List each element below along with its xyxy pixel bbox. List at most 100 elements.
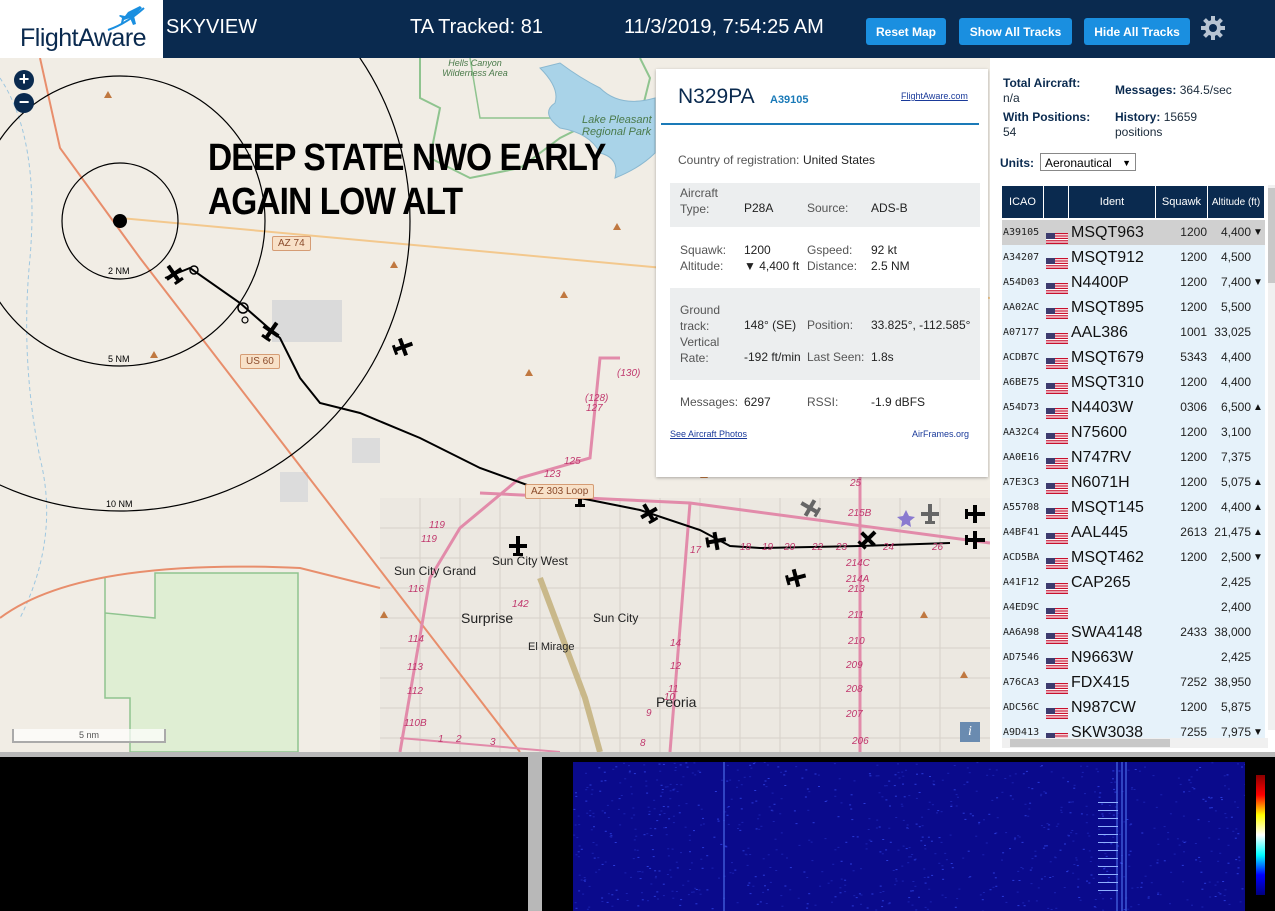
track-row: Ground track: 148° (SE) Position: 33.825… xyxy=(670,288,980,380)
altitude-cell: 6,500 xyxy=(1220,400,1251,414)
info-icon[interactable]: i xyxy=(960,722,980,742)
col-squawk[interactable]: Squawk xyxy=(1156,186,1208,218)
table-row[interactable]: A34207 MSQT912 1200 4,500 xyxy=(1002,245,1265,270)
show-all-tracks-button[interactable]: Show All Tracks xyxy=(959,18,1072,45)
zoom-out-button[interactable]: − xyxy=(14,93,34,113)
table-row[interactable]: A54D03 N4400P 1200 7,400 ▼ xyxy=(1002,270,1265,295)
table-row[interactable]: A55708 MSQT145 1200 4,400 ▲ xyxy=(1002,495,1265,520)
squawk-cell: 1200 xyxy=(1180,500,1207,514)
us-flag-icon xyxy=(1046,352,1068,369)
table-row[interactable]: ACD5BA MSQT462 1200 2,500 ▼ xyxy=(1002,545,1265,570)
messages-label: Messages: xyxy=(680,395,739,409)
road-label: 20 xyxy=(784,542,796,553)
altitude-cell: 5,075 xyxy=(1220,475,1251,489)
squawk-cell: 2433 xyxy=(1180,625,1207,639)
zoom-in-button[interactable]: + xyxy=(14,70,34,90)
altitude-cell: 2,400 xyxy=(1220,600,1251,614)
ident-cell: CAP265 xyxy=(1071,574,1131,591)
aircraft-panel: Total Aircraft: n/a Messages: 364.5/sec … xyxy=(990,58,1275,752)
icao-cell: A39105 xyxy=(1003,227,1040,238)
icao-cell: A07177 xyxy=(1003,327,1040,338)
altitude-cell: 5,875 xyxy=(1220,700,1251,714)
table-row[interactable]: A54D73 N4403W 0306 6,500 ▲ xyxy=(1002,395,1265,420)
col-altitude[interactable]: Altitude (ft) xyxy=(1208,186,1265,218)
messages-stat-label: Messages: xyxy=(1115,83,1177,97)
messages-stat: Messages: 364.5/sec xyxy=(1115,83,1265,98)
table-row[interactable]: ADC56C N987CW 1200 5,875 xyxy=(1002,695,1265,720)
track-value: 148° (SE) xyxy=(744,318,797,332)
table-row[interactable]: A4BF41 AAL445 2613 21,475 ▲ xyxy=(1002,520,1265,545)
road-label: 24 xyxy=(883,542,895,553)
table-row[interactable]: ACDB7C MSQT679 5343 4,400 xyxy=(1002,345,1265,370)
altitude-trend-icon: ▼ xyxy=(1253,227,1263,238)
table-row[interactable]: A7E3C3 N6071H 1200 5,075 ▲ xyxy=(1002,470,1265,495)
road-label: 208 xyxy=(846,684,863,695)
flightaware-logo[interactable]: FlightAware xyxy=(0,0,163,58)
airframes-link[interactable]: AirFrames.org xyxy=(912,429,969,439)
position-value: 33.825°, -112.585° xyxy=(871,318,971,332)
place-peoria: Peoria xyxy=(656,694,697,710)
altitude-cell: 2,425 xyxy=(1220,650,1251,664)
altitude-cell: 33,025 xyxy=(1214,325,1251,339)
table-row[interactable]: A07177 AAL386 1001 33,025 xyxy=(1002,320,1265,345)
table-row[interactable]: A6BE75 MSQT310 1200 4,400 xyxy=(1002,370,1265,395)
vertical-scroll-thumb[interactable] xyxy=(1268,188,1275,283)
panel-divider[interactable] xyxy=(0,752,1275,757)
icao-cell: A34207 xyxy=(1003,252,1040,263)
altitude-trend-icon: ▲ xyxy=(1253,502,1263,513)
altitude-trend-icon: ▼ xyxy=(1253,277,1263,288)
popup-hex[interactable]: A39105 xyxy=(770,94,809,106)
road-label: 213 xyxy=(848,584,865,595)
horizontal-scroll-thumb[interactable] xyxy=(1010,739,1170,747)
icao-cell: A41F12 xyxy=(1003,577,1040,588)
units-select[interactable]: Aeronautical ▼ xyxy=(1040,153,1136,171)
table-row[interactable]: AD7546 N9663W 2,425 xyxy=(1002,645,1265,670)
icao-cell: A4ED9C xyxy=(1003,602,1040,613)
vrate-value: -192 ft/min xyxy=(744,350,801,364)
ident-cell: SWA4148 xyxy=(1071,624,1143,641)
icao-cell: A4BF41 xyxy=(1003,527,1040,538)
altitude-cell: 38,000 xyxy=(1214,625,1251,639)
ident-cell: AAL445 xyxy=(1071,524,1128,541)
table-row[interactable]: AA0E16 N747RV 1200 7,375 xyxy=(1002,445,1265,470)
ring-label-10nm: 10 NM xyxy=(106,499,133,509)
gear-icon[interactable] xyxy=(1200,15,1226,41)
squawk-cell xyxy=(1152,645,1207,670)
source-value: ADS-B xyxy=(871,201,908,215)
panel-divider-vertical[interactable] xyxy=(528,757,542,911)
shield-us60: US 60 xyxy=(240,354,280,369)
country-label: Country of registration: xyxy=(678,153,800,167)
table-row[interactable]: A4ED9C 2,400 xyxy=(1002,595,1265,620)
table-row[interactable]: AA32C4 N75600 1200 3,100 xyxy=(1002,420,1265,445)
flightaware-link[interactable]: FlightAware.com xyxy=(901,91,968,101)
ident-cell: MSQT679 xyxy=(1071,349,1144,366)
lastseen-value: 1.8s xyxy=(871,350,894,364)
road-label: 17 xyxy=(690,545,702,556)
road-label: 123 xyxy=(544,469,561,480)
road-label: 206 xyxy=(852,736,869,747)
road-label: 23 xyxy=(836,542,848,553)
distance-value: 2.5 NM xyxy=(871,259,910,273)
col-icao[interactable]: ICAO xyxy=(1002,186,1044,218)
reset-map-button[interactable]: Reset Map xyxy=(866,18,946,45)
road-label: 211 xyxy=(848,610,864,621)
aircraft-photos-link[interactable]: See Aircraft Photos xyxy=(670,429,747,439)
table-row[interactable]: A41F12 CAP265 2,425 xyxy=(1002,570,1265,595)
place-surprise: Surprise xyxy=(461,610,514,626)
table-row[interactable]: AA6A98 SWA4148 2433 38,000 xyxy=(1002,620,1265,645)
altitude-cell: 4,400 xyxy=(1220,225,1251,239)
road-label: 119 xyxy=(421,534,437,545)
road-label: 110B xyxy=(404,718,427,729)
altitude-trend-icon: ▲ xyxy=(1253,402,1263,413)
hide-all-tracks-button[interactable]: Hide All Tracks xyxy=(1084,18,1190,45)
altitude-trend-icon: ▼ xyxy=(1253,552,1263,563)
road-label: 209 xyxy=(846,660,863,671)
altitude-cell: 3,100 xyxy=(1220,425,1251,439)
us-flag-icon xyxy=(1046,302,1068,319)
table-row[interactable]: A76CA3 FDX415 7252 38,950 xyxy=(1002,670,1265,695)
icao-cell: A76CA3 xyxy=(1003,677,1040,688)
table-row[interactable]: A39105 MSQT963 1200 4,400 ▼ xyxy=(1002,220,1265,245)
table-row[interactable]: AA02AC MSQT895 1200 5,500 xyxy=(1002,295,1265,320)
col-ident[interactable]: Ident xyxy=(1069,186,1156,218)
squawk-cell: 1200 xyxy=(1180,250,1207,264)
